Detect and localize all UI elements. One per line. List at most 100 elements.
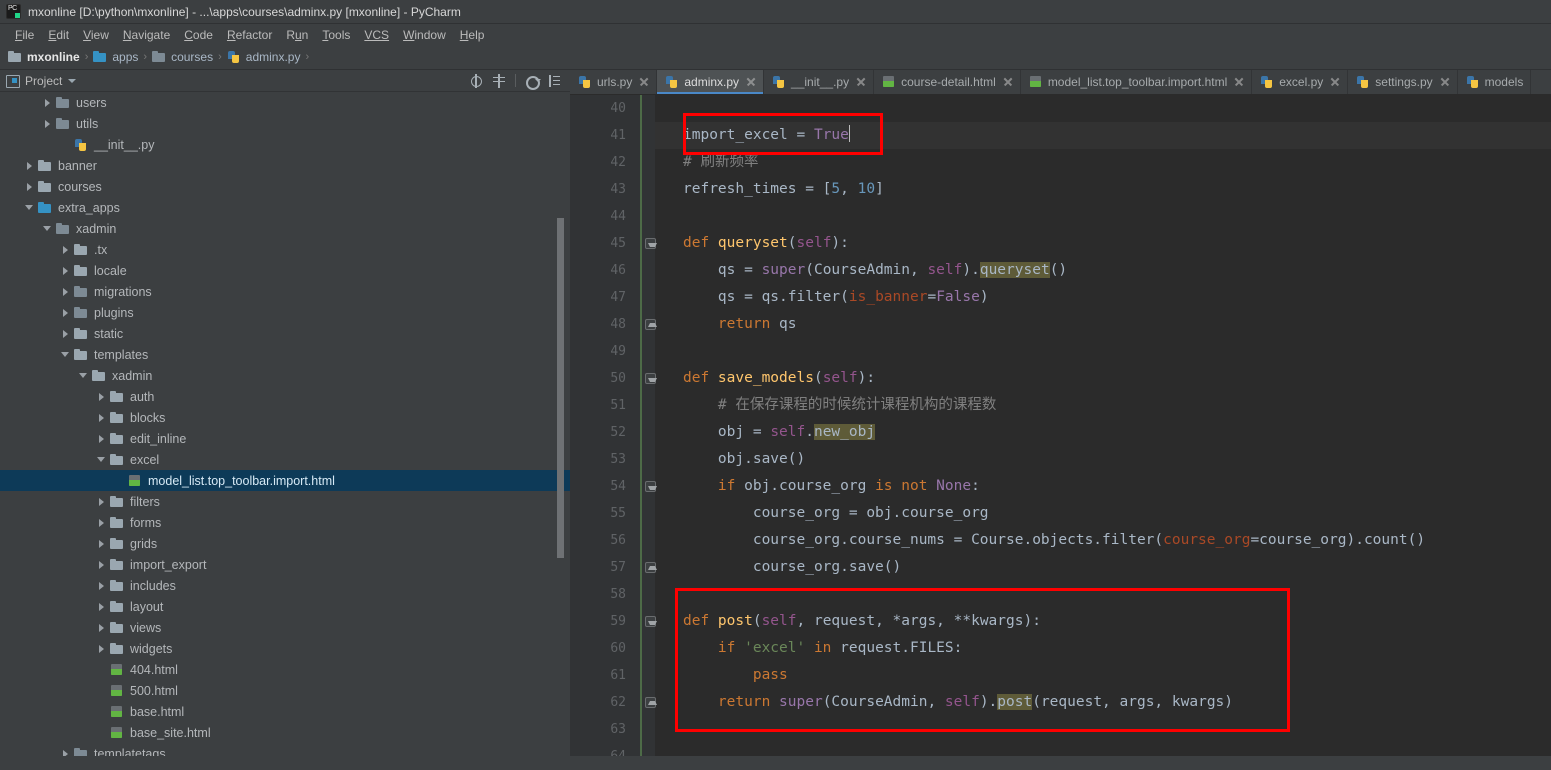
tree-item[interactable]: widgets bbox=[0, 638, 570, 659]
project-tree[interactable]: users utils __init__.py banner courses extra_… bbox=[0, 92, 570, 756]
chevron-right-icon[interactable] bbox=[60, 328, 71, 339]
tree-arrow-placeholder bbox=[96, 685, 107, 696]
tree-item[interactable]: xadmin bbox=[0, 218, 570, 239]
breadcrumb-item-courses[interactable]: courses bbox=[152, 50, 213, 64]
code-editor[interactable]: 40 41 42 43 44 45 46 47 48 49 50 51 52 53 54 55 56 57 58 59… bbox=[570, 95, 1551, 756]
tree-item[interactable]: 500.html bbox=[0, 680, 570, 701]
tree-item[interactable]: auth bbox=[0, 386, 570, 407]
chevron-right-icon[interactable] bbox=[60, 265, 71, 276]
editor-tab[interactable]: __init__.py bbox=[764, 70, 875, 94]
breadcrumb-item-adminx[interactable]: adminx.py bbox=[227, 50, 300, 64]
chevron-right-icon[interactable] bbox=[60, 748, 71, 756]
editor-tab[interactable]: settings.py bbox=[1348, 70, 1458, 94]
tree-item[interactable]: utils bbox=[0, 113, 570, 134]
chevron-right-icon[interactable] bbox=[96, 412, 107, 423]
editor-tab[interactable]: model_list.top_toolbar.import.html bbox=[1021, 70, 1253, 94]
python-file-icon bbox=[1466, 75, 1480, 89]
editor-tab[interactable]: excel.py bbox=[1252, 70, 1349, 94]
close-icon[interactable] bbox=[746, 77, 756, 87]
chevron-down-icon[interactable] bbox=[42, 223, 53, 234]
chevron-right-icon[interactable] bbox=[42, 118, 53, 129]
tree-item[interactable]: extra_apps bbox=[0, 197, 570, 218]
folder-module-icon bbox=[74, 285, 88, 299]
chevron-right-icon[interactable] bbox=[96, 643, 107, 654]
tree-item[interactable]: filters bbox=[0, 491, 570, 512]
chevron-right-icon[interactable] bbox=[60, 244, 71, 255]
chevron-down-icon[interactable] bbox=[60, 349, 71, 360]
tree-item[interactable]: __init__.py bbox=[0, 134, 570, 155]
tree-item[interactable]: import_export bbox=[0, 554, 570, 575]
tree-item[interactable]: blocks bbox=[0, 407, 570, 428]
locate-in-tree-icon[interactable] bbox=[469, 73, 483, 88]
menu-vcs[interactable]: VCS bbox=[357, 27, 396, 43]
tree-item[interactable]: forms bbox=[0, 512, 570, 533]
menu-navigate[interactable]: Navigate bbox=[116, 27, 177, 43]
chevron-right-icon[interactable] bbox=[96, 517, 107, 528]
tree-item[interactable]: users bbox=[0, 92, 570, 113]
menu-file[interactable]: File bbox=[8, 27, 41, 43]
chevron-down-icon[interactable] bbox=[96, 454, 107, 465]
tree-item[interactable]: templates bbox=[0, 344, 570, 365]
chevron-down-icon[interactable] bbox=[78, 370, 89, 381]
menu-tools[interactable]: Tools bbox=[315, 27, 357, 43]
menu-edit[interactable]: Edit bbox=[41, 27, 76, 43]
editor-tab[interactable]: models bbox=[1458, 70, 1532, 94]
tree-item[interactable]: excel bbox=[0, 449, 570, 470]
tree-item[interactable]: banner bbox=[0, 155, 570, 176]
tree-item[interactable]: 404.html bbox=[0, 659, 570, 680]
tree-item[interactable]: base.html bbox=[0, 701, 570, 722]
chevron-right-icon[interactable] bbox=[24, 181, 35, 192]
chevron-right-icon[interactable] bbox=[96, 391, 107, 402]
tree-item[interactable]: includes bbox=[0, 575, 570, 596]
chevron-right-icon[interactable] bbox=[96, 622, 107, 633]
menu-window[interactable]: Window bbox=[396, 27, 453, 43]
chevron-right-icon[interactable] bbox=[96, 496, 107, 507]
close-icon[interactable] bbox=[1003, 77, 1013, 87]
tree-item[interactable]: courses bbox=[0, 176, 570, 197]
menu-refactor[interactable]: Refactor bbox=[220, 27, 279, 43]
hide-panel-icon[interactable] bbox=[548, 74, 562, 88]
chevron-right-icon[interactable] bbox=[96, 559, 107, 570]
chevron-down-icon[interactable] bbox=[24, 202, 35, 213]
chevron-right-icon[interactable] bbox=[96, 433, 107, 444]
breadcrumb-item-mxonline[interactable]: mxonline bbox=[8, 50, 80, 64]
close-icon[interactable] bbox=[1440, 77, 1450, 87]
editor-tab[interactable]: adminx.py bbox=[657, 70, 765, 94]
folder-icon bbox=[110, 432, 124, 446]
collapse-all-icon[interactable] bbox=[492, 73, 506, 88]
settings-gear-icon[interactable] bbox=[525, 74, 541, 90]
tree-item[interactable]: static bbox=[0, 323, 570, 344]
editor-tab[interactable]: urls.py bbox=[570, 70, 658, 94]
menu-run[interactable]: Run bbox=[279, 27, 315, 43]
menu-code[interactable]: Code bbox=[177, 27, 220, 43]
close-icon[interactable] bbox=[1330, 77, 1340, 87]
project-tree-scrollbar[interactable] bbox=[557, 218, 564, 558]
tree-item[interactable]: migrations bbox=[0, 281, 570, 302]
editor-tab[interactable]: course-detail.html bbox=[874, 70, 1021, 94]
chevron-right-icon[interactable] bbox=[60, 286, 71, 297]
tree-item[interactable]: model_list.top_toolbar.import.html bbox=[0, 470, 570, 491]
tree-item[interactable]: locale bbox=[0, 260, 570, 281]
tree-item[interactable]: templatetags bbox=[0, 743, 570, 756]
chevron-right-icon[interactable] bbox=[96, 538, 107, 549]
tree-item[interactable]: grids bbox=[0, 533, 570, 554]
tree-item[interactable]: base_site.html bbox=[0, 722, 570, 743]
tree-item[interactable]: views bbox=[0, 617, 570, 638]
tree-item[interactable]: .tx bbox=[0, 239, 570, 260]
chevron-right-icon[interactable] bbox=[96, 580, 107, 591]
chevron-right-icon[interactable] bbox=[60, 307, 71, 318]
menu-view[interactable]: View bbox=[76, 27, 116, 43]
close-icon[interactable] bbox=[1234, 77, 1244, 87]
tree-item[interactable]: edit_inline bbox=[0, 428, 570, 449]
tree-item[interactable]: plugins bbox=[0, 302, 570, 323]
breadcrumb-item-apps[interactable]: apps bbox=[93, 50, 138, 64]
close-icon[interactable] bbox=[856, 77, 866, 87]
tree-item[interactable]: layout bbox=[0, 596, 570, 617]
chevron-right-icon[interactable] bbox=[24, 160, 35, 171]
chevron-right-icon[interactable] bbox=[42, 97, 53, 108]
menu-help[interactable]: Help bbox=[453, 27, 492, 43]
tree-item[interactable]: xadmin bbox=[0, 365, 570, 386]
chevron-down-icon[interactable] bbox=[68, 78, 77, 83]
chevron-right-icon[interactable] bbox=[96, 601, 107, 612]
close-icon[interactable] bbox=[639, 77, 649, 87]
